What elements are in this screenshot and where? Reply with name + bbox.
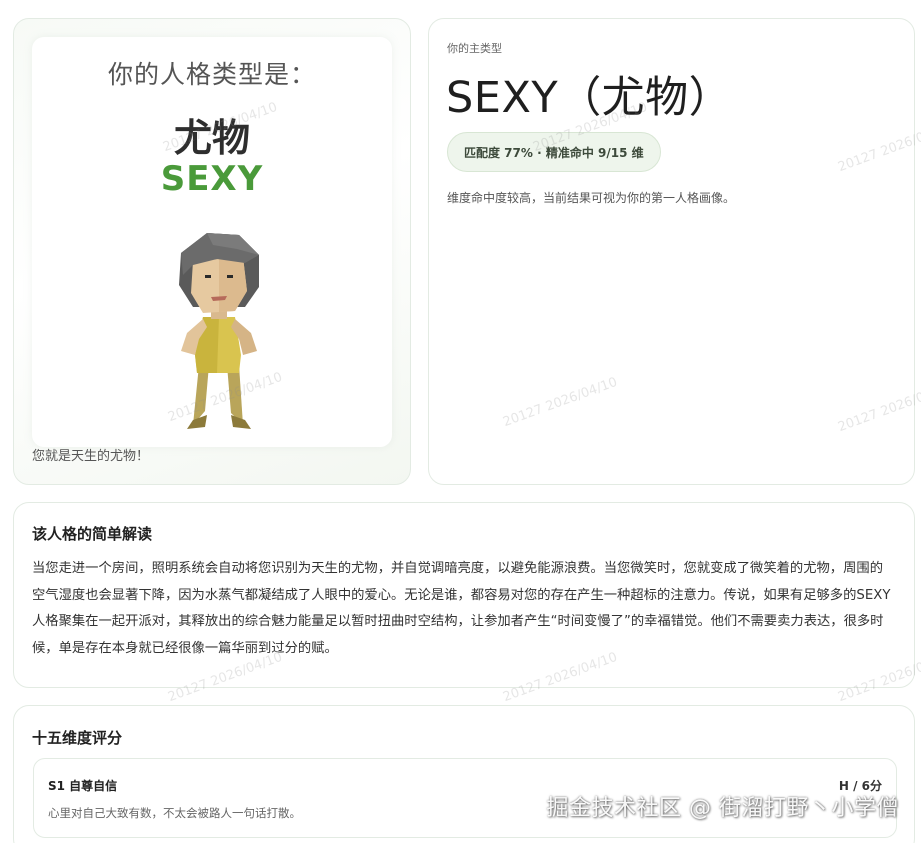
result-poster-card: 你的人格类型是： 尤物 SEXY 您就是天生的尤物！ xyxy=(13,18,411,485)
match-summary-text: 维度命中度较高，当前结果可视为你的第一人格画像。 xyxy=(447,191,736,205)
interpretation-body: 当您走进一个房间，照明系统会自动将您识别为天生的尤物，并自觉调暗亮度，以避免能源… xyxy=(32,561,891,656)
dimension-description: 心里对自己大致有数，不太会被路人一句话打散。 xyxy=(48,806,301,820)
dimension-name: S1 自尊自信 xyxy=(48,779,118,793)
match-score-badge: 匹配度 77% · 精准命中 9/15 维 xyxy=(447,132,661,172)
poster-heading: 你的人格类型是： xyxy=(107,60,316,89)
personality-poster: 你的人格类型是： 尤物 SEXY xyxy=(32,37,392,447)
primary-type-label: 你的主类型 xyxy=(447,42,502,55)
primary-type-title: SEXY（尤物） xyxy=(446,73,733,123)
primary-type-card: 你的主类型 SEXY（尤物） 匹配度 77% · 精准命中 9/15 维 维度命… xyxy=(428,18,915,485)
result-page: 你的人格类型是： 尤物 SEXY 您就是天生的尤物！ 你的主类型 SEXY（尤物… xyxy=(0,0,921,843)
site-watermark: 掘金技术社区 @ 街溜打野丶小学僧 xyxy=(546,796,899,821)
interpretation-title: 该人格的简单解读 xyxy=(32,525,153,543)
poster-type-chinese: 尤物 xyxy=(173,116,250,160)
character-illustration xyxy=(179,233,259,429)
dimension-scores-card: 十五维度评分 S1 自尊自信 H / 6分 心里对自己大致有数，不太会被路人一句… xyxy=(13,705,915,843)
dimension-scores-title: 十五维度评分 xyxy=(32,729,123,747)
result-caption: 您就是天生的尤物！ xyxy=(32,449,150,464)
poster-type-english: SEXY xyxy=(160,159,264,199)
interpretation-card: 该人格的简单解读 当您走进一个房间，照明系统会自动将您识别为天生的尤物，并自觉调… xyxy=(13,502,915,688)
